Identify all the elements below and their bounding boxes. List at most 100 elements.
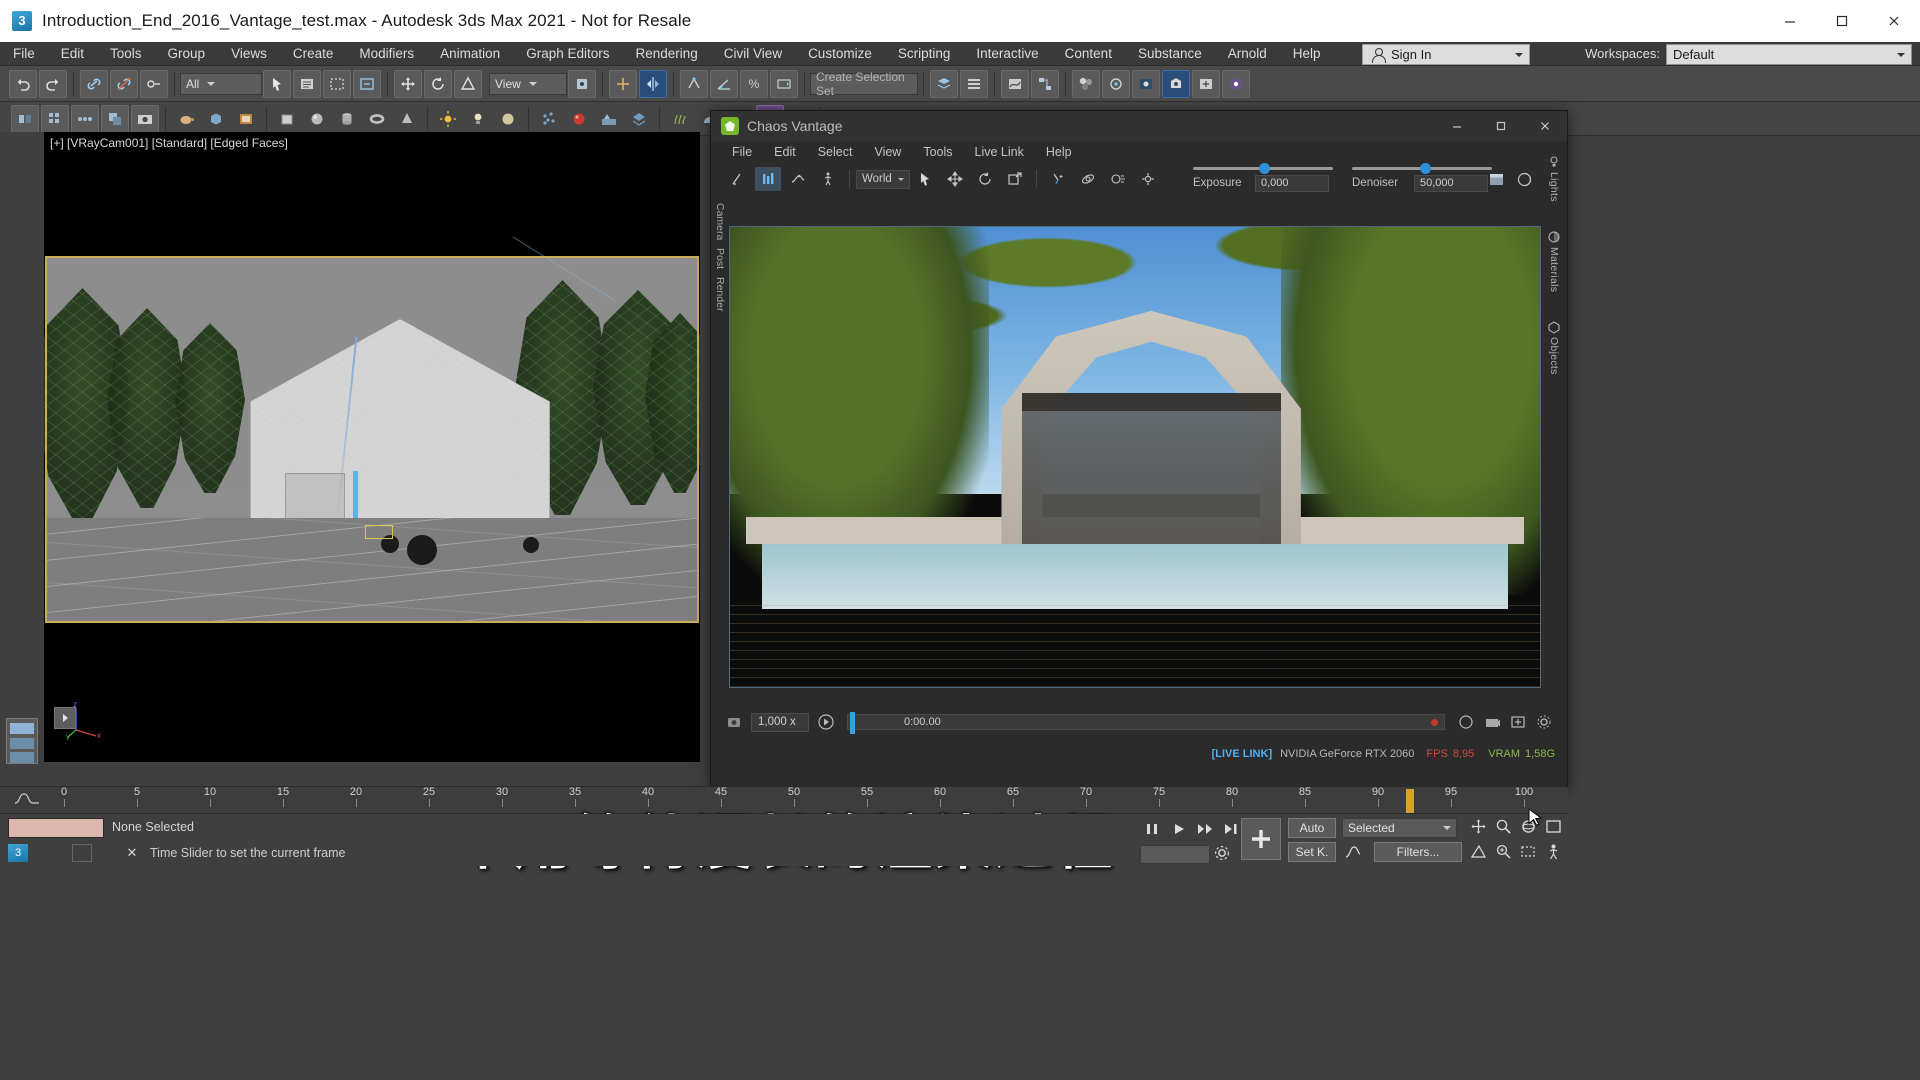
exposure-value[interactable]: 0,000 [1255,174,1329,192]
time-slider-handle[interactable] [1406,789,1414,813]
chaos-vantage-window[interactable]: Chaos Vantage File Edit Select View Tool… [710,110,1568,788]
maximize-icon[interactable] [1479,111,1523,141]
red-sphere-icon[interactable] [565,105,593,133]
select-move-icon[interactable] [394,69,422,98]
mirror-tool-icon[interactable] [11,104,39,133]
sign-in-button[interactable]: Sign In [1362,44,1530,65]
coord-system-combo[interactable]: World [856,169,910,189]
particles-icon[interactable] [535,105,563,133]
auto-key-button[interactable]: Auto [1288,818,1336,838]
current-frame-spinner[interactable] [1140,845,1210,864]
rect-select-icon[interactable] [323,69,351,98]
menu-create[interactable]: Create [280,42,347,66]
exposure-slider-knob[interactable] [1259,162,1270,174]
menu-tools[interactable]: Tools [97,42,155,66]
rail-post[interactable]: Post [714,248,726,269]
sphere-icon[interactable] [303,105,331,133]
render-frame-window-icon[interactable] [1132,69,1160,98]
sphere-gizmo-icon[interactable] [494,105,522,133]
keyframe-icon[interactable] [785,167,811,191]
maximize-icon[interactable] [1816,0,1868,42]
exposure-slider-track[interactable] [1193,162,1333,174]
play-icon[interactable] [813,710,839,734]
exposure-control[interactable]: Exposure 0,000 [1193,162,1333,195]
sun-icon[interactable] [434,105,462,133]
close-icon[interactable] [1523,111,1567,141]
cone-icon[interactable] [393,105,421,133]
proxy-icon[interactable] [625,105,653,133]
select-by-name-icon[interactable] [293,69,321,98]
selection-set-input[interactable]: Create Selection Set [810,70,918,98]
timeline-scrubber[interactable]: 0:00.00 [847,712,1445,734]
zoom-region-icon[interactable] [1520,843,1537,863]
redo-icon[interactable] [39,69,67,98]
snaps-toggle-icon[interactable] [680,69,708,98]
menu-arnold[interactable]: Arnold [1215,42,1280,66]
schematic-view-icon[interactable] [1031,69,1059,98]
render-production-icon[interactable] [1162,69,1190,98]
fur-icon[interactable] [666,105,694,133]
menu-civil-view[interactable]: Civil View [711,42,795,66]
select-scale-icon[interactable] [454,69,482,98]
teapot-icon[interactable] [172,105,200,133]
menu-scripting[interactable]: Scripting [885,42,964,66]
menu-graph-editors[interactable]: Graph Editors [513,42,622,66]
denoiser-slider-knob[interactable] [1420,162,1431,174]
vantage-menu-live-link[interactable]: Live Link [964,141,1035,163]
vantage-menu-tools[interactable]: Tools [912,141,963,163]
rail-materials[interactable]: Materials [1541,230,1567,292]
unlink-icon[interactable] [110,69,138,98]
export-icon[interactable] [1505,710,1531,734]
use-pivot-center-icon[interactable] [568,69,596,98]
menu-group[interactable]: Group [155,42,219,66]
book-icon[interactable] [232,105,260,133]
menu-substance[interactable]: Substance [1125,42,1215,66]
bind-space-warp-icon[interactable] [140,69,168,98]
select-rotate-icon[interactable] [424,69,452,98]
record-keyframe-icon[interactable] [721,710,747,734]
cylinder-icon[interactable] [333,105,361,133]
playback-speed-combo[interactable]: 1,000 x [751,712,809,732]
maxscript-mini-listener-icon[interactable]: 3 [8,844,28,862]
measure-icon[interactable] [725,167,751,191]
maximize-viewport-icon[interactable] [1545,818,1562,838]
zoom-extents-icon[interactable] [1495,843,1512,863]
status-color-swatch[interactable] [8,818,104,838]
vantage-menu-view[interactable]: View [863,141,912,163]
rail-render[interactable]: Render [714,277,726,311]
torus-icon[interactable] [363,105,391,133]
menu-customize[interactable]: Customize [795,42,885,66]
undo-icon[interactable] [9,69,37,98]
active-shade-icon[interactable] [1222,69,1250,98]
vantage-menu-edit[interactable]: Edit [763,141,807,163]
close-icon[interactable] [1868,0,1920,42]
select-object-icon[interactable] [263,69,291,98]
vantage-render-view[interactable] [729,226,1541,688]
screenshot-icon[interactable] [1483,167,1509,191]
orbit-icon[interactable] [1075,167,1101,191]
rail-lights[interactable]: Lights [1541,155,1567,202]
light-mix-icon[interactable] [755,167,781,191]
rail-objects[interactable]: Objects [1541,320,1567,375]
material-editor-icon[interactable] [1072,69,1100,98]
open-external-icon[interactable] [1002,167,1028,191]
add-key-icon[interactable] [1241,818,1281,860]
zoom-icon[interactable] [1495,818,1512,838]
menu-file[interactable]: File [0,42,48,66]
key-mode-icon[interactable] [1140,816,1166,842]
camera-icon[interactable] [1479,710,1505,734]
selection-lock-icon[interactable] [72,844,92,862]
menu-help[interactable]: Help [1280,42,1334,66]
frame-ruler[interactable]: 0 5 10 15 20 25 30 35 40 45 50 55 60 65 … [46,786,1568,815]
snapshot-icon[interactable] [131,104,159,133]
spinner-snap-icon[interactable] [770,69,798,98]
spacing-tool-icon[interactable] [71,104,99,133]
field-of-view-icon[interactable] [1470,843,1487,863]
named-selection-sets-icon[interactable] [609,69,637,98]
rail-camera[interactable]: Camera [714,203,726,240]
loop-icon[interactable] [1453,710,1479,734]
viewport-layout-tab[interactable] [6,718,38,764]
pivot-icon[interactable] [1135,167,1161,191]
render-region-icon[interactable] [1511,167,1537,191]
key-filter-combo[interactable]: Selected [1342,818,1457,838]
